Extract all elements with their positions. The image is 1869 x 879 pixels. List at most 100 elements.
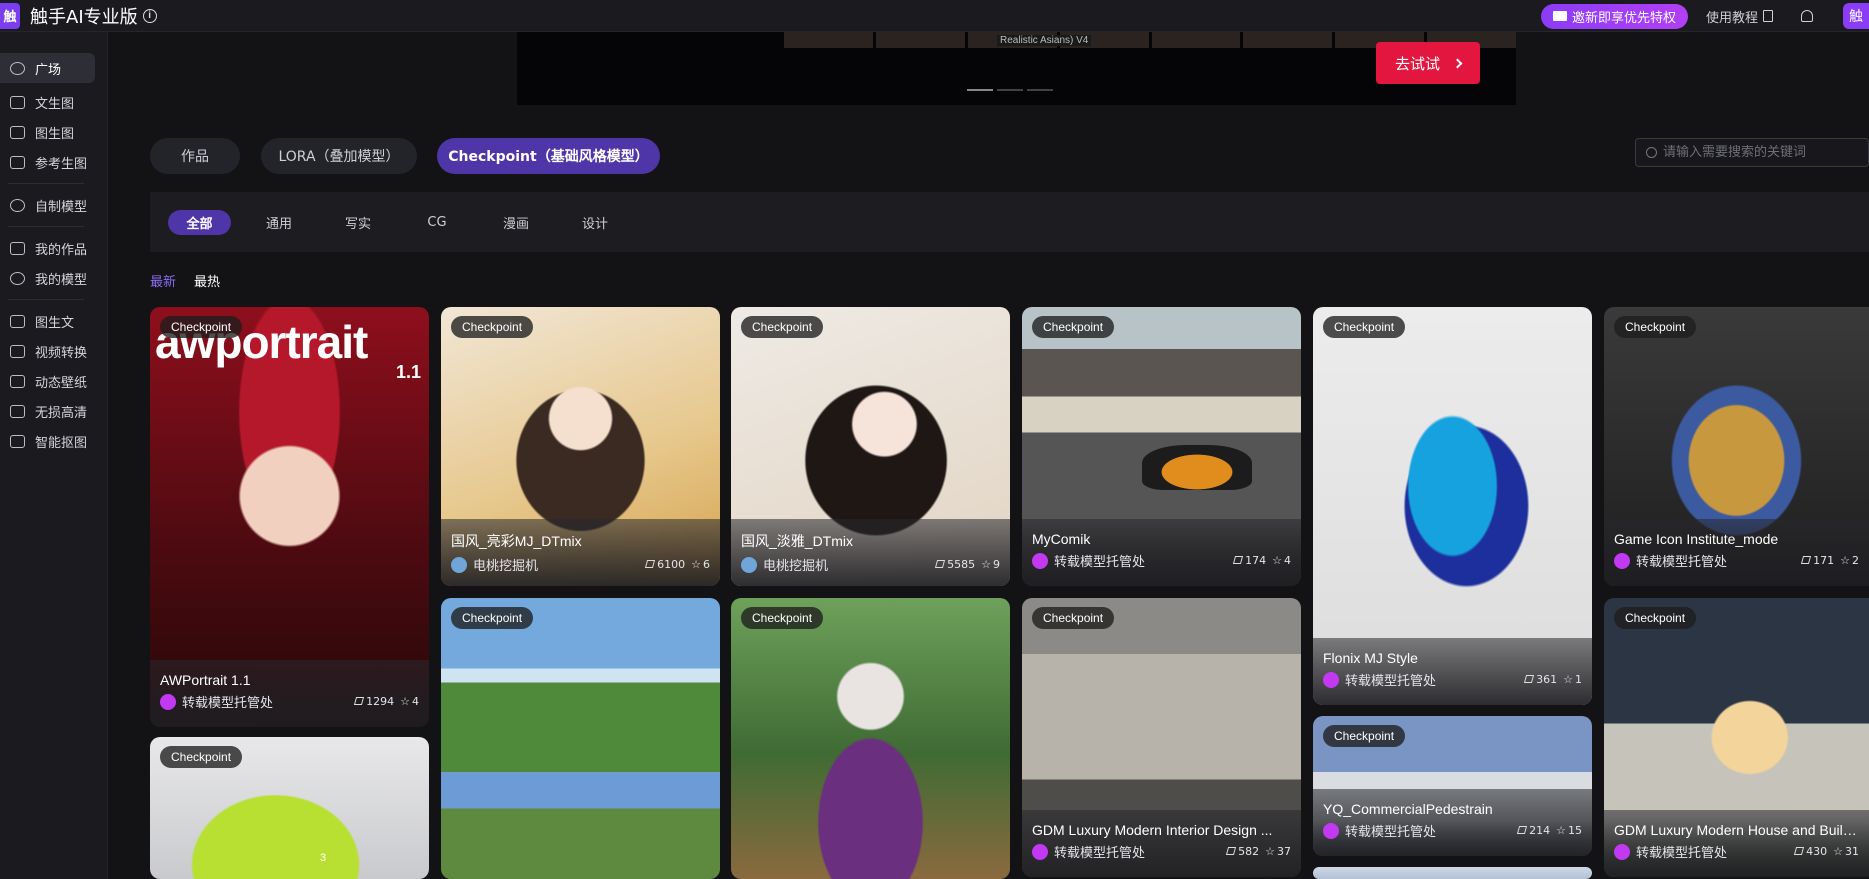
card-info: 国风_亮彩MJ_DTmix 电桃挖掘机 6100 ☆ 6 (441, 519, 720, 586)
card-title: 国风_淡雅_DTmix (741, 533, 854, 549)
card-info: Game Icon Institute_mode 转载模型托管处 171 ☆ 2 (1604, 519, 1869, 586)
app-logo-icon[interactable]: 触 (0, 2, 20, 29)
sidebar: 广场 文生图 图生图 参考生图 自制模型 我的作品 我的模型 图生文 视频转换 … (0, 32, 108, 879)
star-count: ☆ 2 (1840, 554, 1859, 567)
avatar[interactable]: 触 (1843, 3, 1869, 29)
divider (8, 299, 84, 300)
model-card[interactable]: Checkpoint Game Icon Institute_mode 转载模型… (1604, 307, 1869, 586)
sidebar-item-custom-model[interactable]: 自制模型 (0, 190, 95, 220)
author-avatar[interactable] (741, 556, 757, 573)
invite-button[interactable]: 邀新即享优先特权 (1540, 3, 1688, 29)
try-button[interactable]: 去试试 (1376, 42, 1480, 84)
card-author[interactable]: 转载模型托管处 (1054, 842, 1145, 861)
card-author[interactable]: 转载模型托管处 (1054, 551, 1145, 570)
model-card[interactable]: Checkpoint Flonix MJ Style 转载模型托管处 361 ☆ 1 (1313, 307, 1592, 705)
filter-all[interactable]: 全部 (168, 210, 231, 235)
author-avatar[interactable] (1323, 671, 1339, 688)
sidebar-item-hd-upscale[interactable]: 无损高清 (0, 396, 95, 426)
sort-hottest[interactable]: 最热 (194, 271, 220, 290)
uses-count: 1294 (354, 695, 394, 708)
sidebar-item-image-to-text[interactable]: 图生文 (0, 306, 95, 336)
author-avatar[interactable] (160, 693, 176, 710)
card-info: 国风_淡雅_DTmix 电桃挖掘机 5585 ☆ 9 (731, 519, 1010, 586)
divider (8, 226, 84, 227)
pen-icon (1801, 556, 1812, 564)
card-author[interactable]: 转载模型托管处 (1345, 670, 1436, 689)
model-card[interactable]: Checkpoint YQ_CommercialPedestrain 转载模型托… (1313, 716, 1592, 856)
model-card[interactable]: Checkpoint GDM Luxury Modern House and B… (1604, 598, 1869, 877)
author-avatar[interactable] (1032, 843, 1048, 860)
author-avatar[interactable] (1614, 552, 1630, 569)
info-icon[interactable]: i (142, 8, 157, 23)
card-author[interactable]: 转载模型托管处 (182, 692, 273, 711)
card-author[interactable]: 转载模型托管处 (1345, 821, 1436, 840)
checkpoint-badge: Checkpoint (1032, 607, 1115, 629)
model-card[interactable]: Checkpoint (441, 598, 720, 879)
pen-icon (1233, 556, 1244, 564)
card-author[interactable]: 电桃挖掘机 (763, 555, 828, 574)
card-author[interactable]: 电桃挖掘机 (473, 555, 538, 574)
sidebar-item-text-to-image[interactable]: 文生图 (0, 87, 95, 117)
bell-icon[interactable] (1801, 10, 1813, 22)
card-author[interactable]: 转载模型托管处 (1636, 551, 1727, 570)
pen-icon (1524, 675, 1535, 683)
sidebar-item-my-works[interactable]: 我的作品 (0, 233, 95, 263)
sidebar-item-video-convert[interactable]: 视频转换 (0, 336, 95, 366)
model-card[interactable]: Checkpoint 国风_亮彩MJ_DTmix 电桃挖掘机 6100 ☆ 6 (441, 307, 720, 586)
sidebar-item-reference-image[interactable]: 参考生图 (0, 147, 95, 177)
tab-works[interactable]: 作品 (150, 138, 240, 174)
card-info: GDM Luxury Modern Interior Design ... 转载… (1022, 810, 1301, 877)
sidebar-item-square[interactable]: 广场 (0, 53, 95, 83)
divider (8, 183, 84, 184)
model-card[interactable]: Checkpoint GDM Luxury Modern Interior De… (1022, 598, 1301, 877)
author-avatar[interactable] (451, 556, 467, 573)
image-text-icon (10, 95, 25, 109)
star-count: ☆ 4 (1272, 554, 1291, 567)
card-title: AWPortrait 1.1 (160, 672, 251, 688)
sidebar-item-my-models[interactable]: 我的模型 (0, 263, 95, 293)
filter-design[interactable]: 设计 (571, 210, 619, 235)
category-filter-bar: 全部 通用 写实 CG 漫画 设计 (150, 192, 1869, 252)
promo-banner[interactable]: Realistic Asians) V4 (517, 32, 1516, 105)
checkpoint-badge: Checkpoint (741, 607, 824, 629)
filter-realistic[interactable]: 写实 (334, 210, 382, 235)
author-avatar[interactable] (1032, 552, 1048, 569)
filter-general[interactable]: 通用 (255, 210, 303, 235)
star-icon: ☆ (1563, 673, 1573, 686)
live-wallpaper-icon (10, 374, 25, 388)
pen-icon (1794, 847, 1805, 855)
model-card[interactable]: Checkpoint 3 (150, 737, 429, 879)
tab-lora[interactable]: LORA（叠加模型） (261, 138, 417, 174)
checkpoint-badge: Checkpoint (1323, 725, 1406, 747)
checkpoint-badge: Checkpoint (1032, 316, 1115, 338)
card-title: YQ_CommercialPedestrain (1323, 801, 1493, 817)
star-icon: ☆ (1265, 845, 1275, 858)
uses-count: 430 (1794, 845, 1827, 858)
sort-newest[interactable]: 最新 (150, 271, 176, 290)
star-count: ☆ 6 (691, 558, 710, 571)
filter-comic[interactable]: 漫画 (492, 210, 540, 235)
model-card[interactable] (1313, 867, 1592, 879)
banner-caption: Realistic Asians) V4 (997, 35, 1092, 46)
author-avatar[interactable] (1614, 843, 1630, 860)
sidebar-item-live-wallpaper[interactable]: 动态壁纸 (0, 366, 95, 396)
tutorial-link[interactable]: 使用教程 (1706, 7, 1773, 26)
filter-cg[interactable]: CG (413, 210, 461, 235)
tab-checkpoint[interactable]: Checkpoint（基础风格模型） (437, 138, 660, 174)
model-card[interactable]: Checkpoint 国风_淡雅_DTmix 电桃挖掘机 5585 ☆ 9 (731, 307, 1010, 586)
search-box[interactable] (1635, 138, 1869, 167)
author-avatar[interactable] (1323, 822, 1339, 839)
model-card[interactable]: Checkpoint (731, 598, 1010, 879)
search-input[interactable] (1663, 145, 1863, 160)
sidebar-item-smart-cutout[interactable]: 智能抠图 (0, 426, 95, 456)
sidebar-item-label: 我的模型 (35, 272, 88, 288)
card-info: MyComik 转载模型托管处 174 ☆ 4 (1022, 519, 1301, 586)
sidebar-item-label: 图生文 (35, 315, 75, 331)
model-card[interactable]: awportrait 1.1 Checkpoint AWPortrait 1.1… (150, 307, 429, 727)
banner-pagination[interactable] (967, 89, 1053, 91)
star-icon: ☆ (1833, 845, 1843, 858)
card-author[interactable]: 转载模型托管处 (1636, 842, 1727, 861)
sidebar-item-image-to-image[interactable]: 图生图 (0, 117, 95, 147)
model-card[interactable]: Checkpoint MyComik 转载模型托管处 174 ☆ 4 (1022, 307, 1301, 586)
uses-count: 5585 (935, 558, 975, 571)
